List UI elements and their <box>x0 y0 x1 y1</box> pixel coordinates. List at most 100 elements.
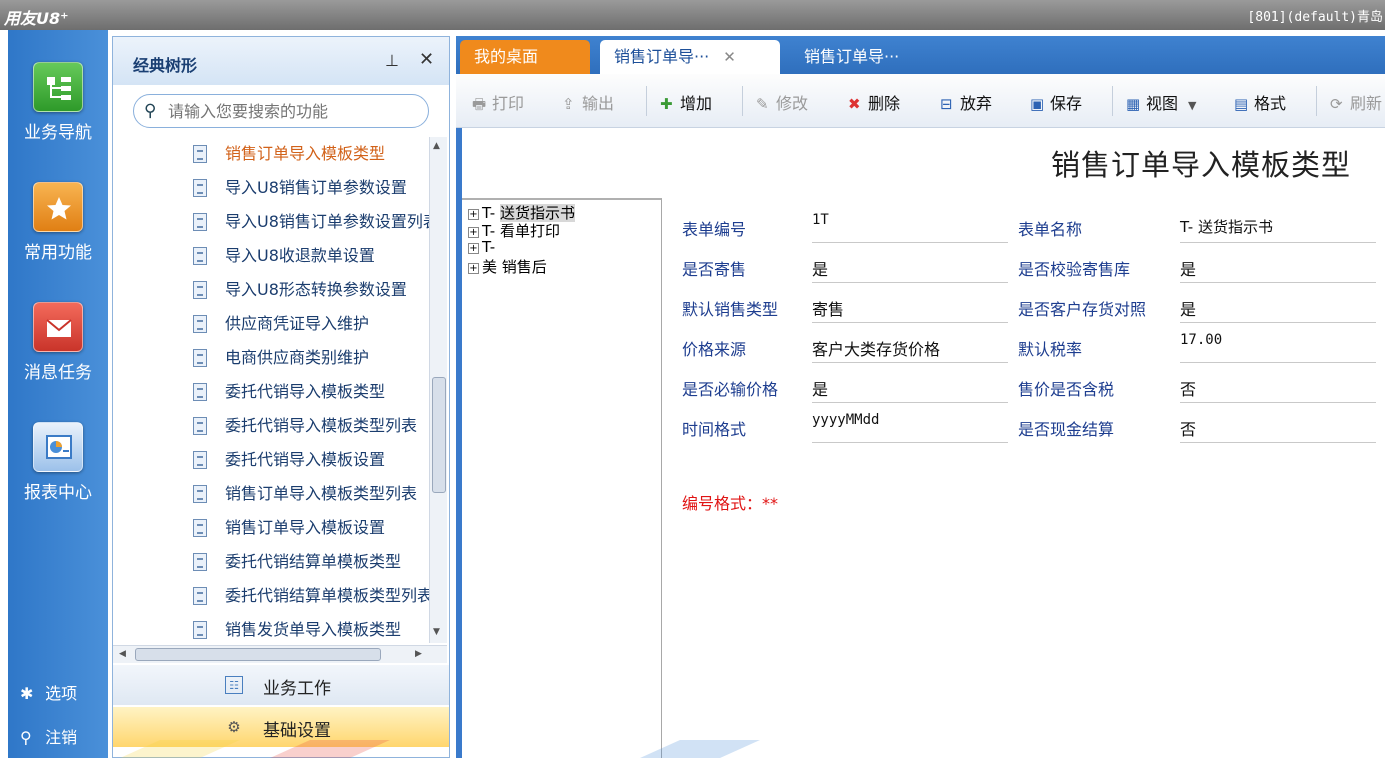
printer-icon: 🖶 <box>472 95 487 113</box>
field-label: 是否现金结算 <box>1018 420 1115 439</box>
expand-icon[interactable]: + <box>468 209 479 220</box>
chevron-down-icon[interactable]: ▼ <box>1188 99 1196 112</box>
discard-icon: ⊟ <box>940 95 953 113</box>
refresh-button[interactable]: ⟳ 刷新 <box>1330 90 1382 114</box>
tree-item[interactable]: 销售订单导入模板类型 <box>113 139 429 173</box>
tree-item[interactable]: 销售订单导入模板类型列表 <box>113 479 429 513</box>
document-icon <box>193 315 207 333</box>
vertical-scrollbar[interactable]: ▲ ▼ <box>429 137 447 643</box>
cash-settlement-field[interactable]: 否 <box>1180 410 1376 443</box>
view-label: 视图 <box>1146 94 1179 113</box>
expand-icon[interactable]: + <box>468 263 479 274</box>
scroll-up-arrow-icon[interactable]: ▲ <box>433 141 440 151</box>
print-button[interactable]: 🖶 打印 <box>472 90 524 119</box>
options-button[interactable]: ✱ 选项 <box>20 680 77 704</box>
export-button[interactable]: ⇪ 输出 <box>562 90 614 114</box>
tab-my-desktop[interactable]: 我的桌面 <box>460 40 590 74</box>
time-format-field[interactable]: yyyyMMdd <box>812 410 1008 443</box>
document-icon <box>193 349 207 367</box>
search-input[interactable] <box>168 100 418 122</box>
customer-inventory-mapping-field[interactable]: 是 <box>1180 290 1376 323</box>
document-icon <box>193 247 207 265</box>
tree-item[interactable]: 销售订单导入模板设置 <box>113 513 429 547</box>
pencil-icon: ✎ <box>756 95 769 113</box>
template-type-tree: + T- 送货指示书 + T- 看单打印 + T- + 美 销售后 <box>462 198 662 758</box>
gear-icon: ⚙ <box>227 718 241 736</box>
expand-icon[interactable]: + <box>468 243 479 254</box>
tree-item[interactable]: 导入U8收退款单设置 <box>113 241 429 275</box>
field-label: 表单编号 <box>682 220 747 239</box>
function-search-box[interactable]: ⚲ <box>133 94 429 128</box>
horizontal-scrollbar[interactable]: ◀ ▶ <box>113 645 447 663</box>
tree-node[interactable]: + 美 销售后 <box>468 256 547 277</box>
view-button[interactable]: ▦ 视图 ▼ <box>1126 90 1196 114</box>
tree-item[interactable]: 委托代销导入模板类型列表 <box>113 411 429 445</box>
price-source-field[interactable]: 客户大类存货价格 <box>812 330 1008 363</box>
logout-button[interactable]: ⚲ 注销 <box>20 724 77 748</box>
validate-consignment-warehouse-field[interactable]: 是 <box>1180 250 1376 283</box>
business-work-tab[interactable]: ☷ 业务工作 <box>113 665 449 705</box>
scroll-left-arrow-icon[interactable]: ◀ <box>119 649 126 659</box>
tab-sales-order-import[interactable]: 销售订单导··· <box>790 40 940 74</box>
tree-item[interactable]: 供应商凭证导入维护 <box>113 309 429 343</box>
scrollbar-thumb[interactable] <box>135 648 381 661</box>
add-button[interactable]: ✚ 增加 <box>660 90 712 114</box>
close-icon[interactable]: ✕ <box>419 49 434 70</box>
default-tax-rate-field[interactable]: 17.00 <box>1180 330 1376 363</box>
form-number-field[interactable]: 1T <box>812 210 1008 243</box>
modify-button[interactable]: ✎ 修改 <box>756 90 808 114</box>
view-grid-icon: ▦ <box>1126 95 1141 113</box>
default-sales-type-field[interactable]: 寄售 <box>812 290 1008 323</box>
nav-message-tasks[interactable]: 消息任务 <box>8 302 108 383</box>
document-icon <box>193 281 207 299</box>
tree-item[interactable]: 委托代销结算单模板类型 <box>113 547 429 581</box>
tab-sales-order-import-active[interactable]: 销售订单导··· ✕ <box>600 40 780 74</box>
system-info: [801](default)青岛 <box>1247 10 1383 25</box>
document-icon <box>193 145 207 163</box>
mail-icon <box>33 302 83 352</box>
tree-item[interactable]: 导入U8销售订单参数设置列表 <box>113 207 429 241</box>
delete-button[interactable]: ✖ 删除 <box>848 90 900 114</box>
left-nav: 业务导航 常用功能 消息任务 报表中心 ✱ 选项 ⚲ 注销 <box>8 30 108 758</box>
consignment-field[interactable]: 是 <box>812 250 1008 283</box>
pin-icon[interactable]: ⊥ <box>385 51 399 70</box>
document-icon <box>193 519 207 537</box>
toolbar-separator <box>742 86 743 116</box>
save-button[interactable]: ▣ 保存 <box>1030 90 1082 114</box>
document-icon <box>193 451 207 469</box>
discard-label: 放弃 <box>960 94 993 113</box>
field-label: 售价是否含税 <box>1018 380 1115 399</box>
document-icon <box>193 485 207 503</box>
scroll-down-arrow-icon[interactable]: ▼ <box>433 627 440 637</box>
report-icon <box>33 422 83 472</box>
tree-item[interactable]: 电商供应商类别维护 <box>113 343 429 377</box>
scrollbar-thumb[interactable] <box>432 377 446 493</box>
tree-item[interactable]: 委托代销结算单模板类型列表 <box>113 581 429 615</box>
tree-node[interactable]: + T- <box>468 238 495 256</box>
price-required-field[interactable]: 是 <box>812 370 1008 403</box>
expand-icon[interactable]: + <box>468 227 479 238</box>
form-name-field[interactable]: T- 送货指示书 <box>1180 210 1376 243</box>
format-button[interactable]: ▤ 格式 <box>1234 90 1286 114</box>
close-icon[interactable]: ✕ <box>723 48 736 66</box>
tree-item[interactable]: 委托代销导入模板类型 <box>113 377 429 411</box>
tree-node-label: 看单打印 <box>499 222 560 240</box>
save-label: 保存 <box>1050 94 1083 113</box>
tree-item[interactable]: 销售发货单导入模板类型 <box>113 615 429 645</box>
field-label: 表单名称 <box>1018 220 1083 239</box>
nav-common-functions[interactable]: 常用功能 <box>8 182 108 263</box>
tab-label: 销售订单导··· <box>804 47 900 66</box>
scroll-right-arrow-icon[interactable]: ▶ <box>415 649 422 659</box>
discard-button[interactable]: ⊟ 放弃 <box>940 90 992 114</box>
tree-item[interactable]: 导入U8销售订单参数设置 <box>113 173 429 207</box>
save-icon: ▣ <box>1030 95 1045 113</box>
tab-label: 销售订单导··· <box>614 47 710 66</box>
price-includes-tax-field[interactable]: 否 <box>1180 370 1376 403</box>
tab-label: 我的桌面 <box>474 47 539 66</box>
nav-report-center[interactable]: 报表中心 <box>8 422 108 503</box>
add-icon: ✚ <box>660 95 673 113</box>
field-label: 是否必输价格 <box>682 380 779 399</box>
tree-item[interactable]: 导入U8形态转换参数设置 <box>113 275 429 309</box>
tree-item[interactable]: 委托代销导入模板设置 <box>113 445 429 479</box>
nav-business-navigation[interactable]: 业务导航 <box>8 62 108 143</box>
